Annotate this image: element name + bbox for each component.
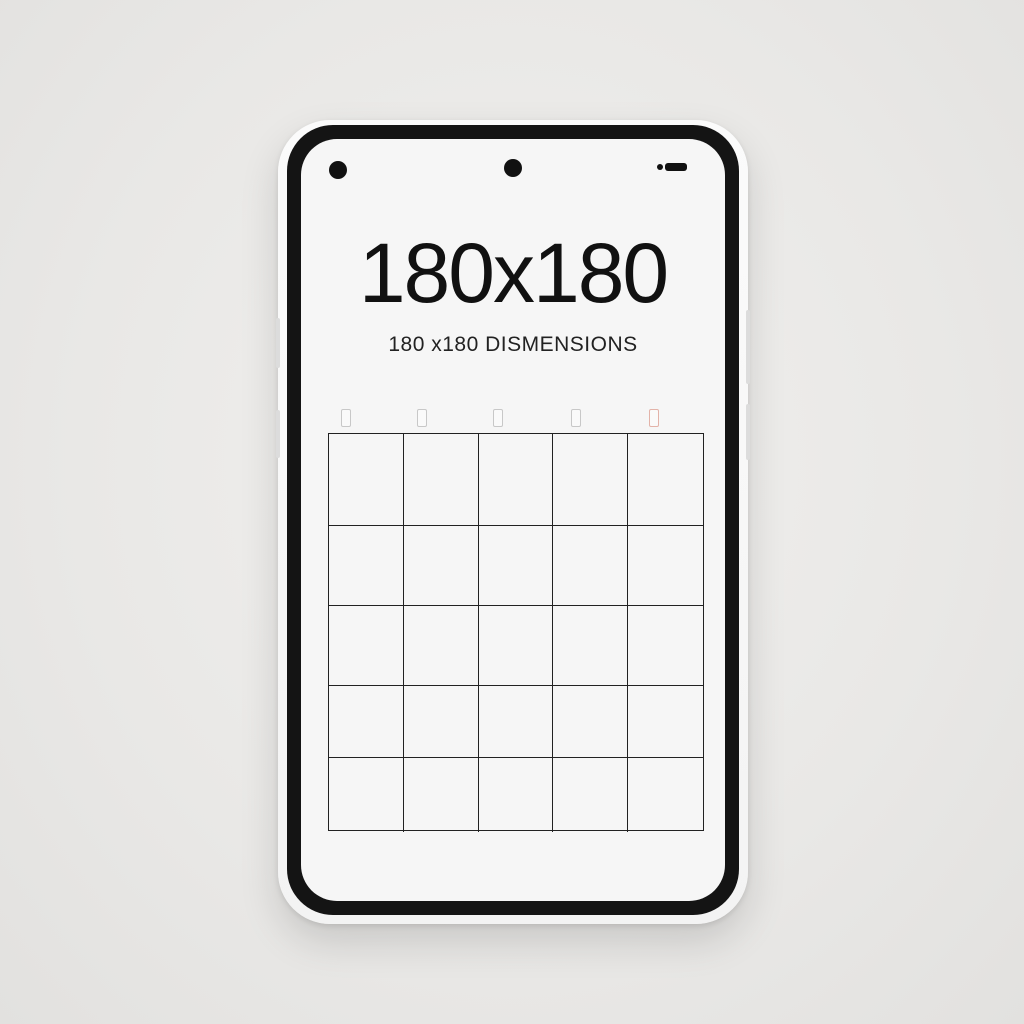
grid-cell [553,434,629,526]
grid-cell [478,606,554,686]
grid-cell [553,606,629,686]
grid-cell [404,758,479,832]
side-button-left-lower[interactable] [276,410,280,458]
grid-cell [403,686,479,758]
grid-cell [553,686,629,758]
grid-cell [628,526,703,606]
grid-cell [628,606,703,686]
grid-cell [628,434,703,526]
side-button-right-lower[interactable] [746,404,750,460]
page-subtitle: 180 x180 DISMENSIONS [388,333,638,356]
phone-bezel: 180x180 180 x180 DISMENSIONS [287,125,739,915]
grid-cell [478,434,554,526]
grid-cell [329,758,404,832]
grid-cell [329,686,404,758]
column-marker-row [341,409,716,433]
grid-cell [329,526,404,606]
grid-cell [628,686,703,758]
page-title: 180x180 [358,226,669,320]
column-marker [341,409,351,427]
camera-icon [504,159,522,177]
grid-cell [403,434,479,526]
side-button-left-upper[interactable] [276,318,280,368]
column-marker [649,409,659,427]
grid-cell [403,606,479,686]
grid-cell [553,758,629,832]
grid-cell [478,526,554,606]
grid-cell [329,434,404,526]
column-marker [493,409,503,427]
grid-cell [479,758,554,832]
grid-cell [329,606,404,686]
grid-cell [553,526,629,606]
phone-screen: 180x180 180 x180 DISMENSIONS [301,139,725,901]
grid-cell [478,686,554,758]
sensor-icon [329,161,347,179]
phone-device: 180x180 180 x180 DISMENSIONS [276,120,750,924]
column-marker [417,409,427,427]
grid-table [328,433,704,832]
side-button-right-upper[interactable] [746,310,750,384]
column-marker [571,409,581,427]
grid-cell [403,526,479,606]
status-indicator-icon [657,163,687,171]
grid-cell [628,758,703,832]
